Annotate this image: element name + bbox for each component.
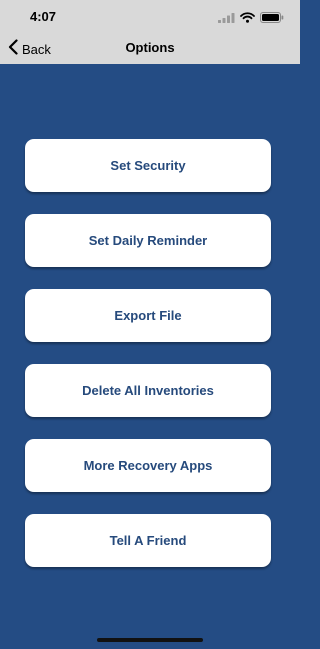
chevron-left-icon bbox=[8, 38, 18, 60]
battery-icon bbox=[260, 10, 284, 28]
set-security-button[interactable]: Set Security bbox=[25, 139, 271, 192]
back-button[interactable]: Back bbox=[8, 38, 51, 60]
wifi-icon bbox=[240, 10, 255, 28]
signal-icon bbox=[218, 10, 235, 28]
back-label: Back bbox=[22, 41, 51, 57]
options-menu: Set Security Set Daily Reminder Export F… bbox=[25, 139, 271, 589]
button-label: Tell A Friend bbox=[109, 533, 187, 548]
top-bar: 4:07 Options Back bbox=[0, 0, 300, 64]
status-icons bbox=[218, 10, 284, 28]
button-label: Set Daily Reminder bbox=[88, 233, 208, 248]
delete-all-inventories-button[interactable]: Delete All Inventories bbox=[25, 364, 271, 417]
status-bar: 4:07 bbox=[0, 0, 300, 34]
more-recovery-apps-button[interactable]: More Recovery Apps bbox=[25, 439, 271, 492]
button-label: Set Security bbox=[110, 158, 186, 173]
button-label: Delete All Inventories bbox=[82, 383, 214, 398]
home-indicator[interactable] bbox=[97, 638, 203, 642]
navigation-bar: Options Back bbox=[0, 34, 300, 64]
status-time: 4:07 bbox=[30, 9, 57, 24]
export-file-button[interactable]: Export File bbox=[25, 289, 271, 342]
button-label: Export File bbox=[114, 308, 182, 323]
tell-a-friend-button[interactable]: Tell A Friend bbox=[25, 514, 271, 567]
button-label: More Recovery Apps bbox=[83, 458, 213, 473]
set-daily-reminder-button[interactable]: Set Daily Reminder bbox=[25, 214, 271, 267]
